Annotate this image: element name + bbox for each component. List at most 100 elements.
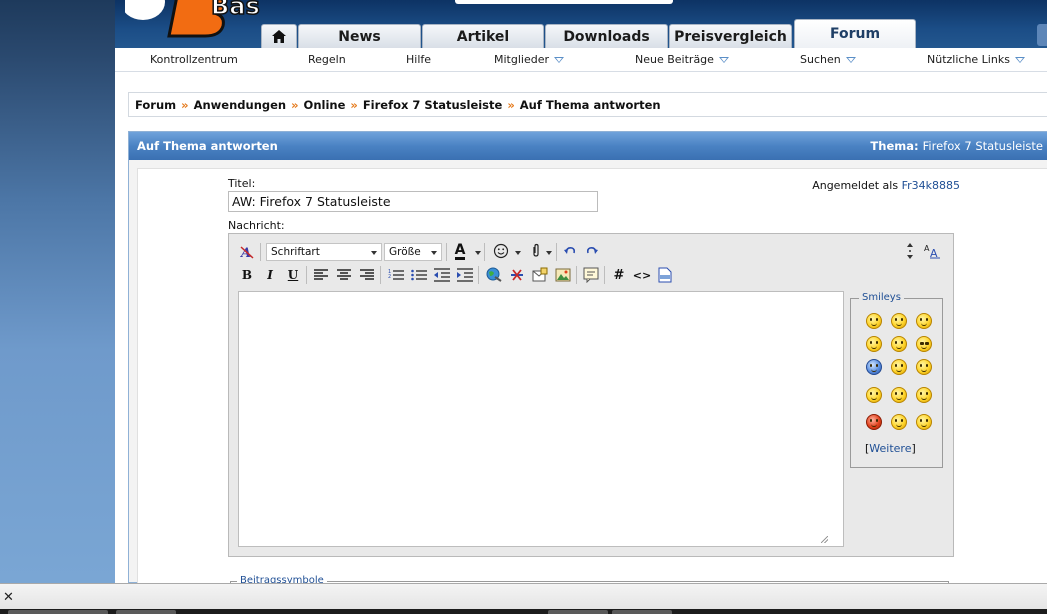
- align-left-button[interactable]: [311, 266, 331, 284]
- page-background-stripe: [0, 0, 115, 583]
- italic-button[interactable]: I: [260, 266, 280, 284]
- smiley-frown-icon[interactable]: [916, 359, 932, 375]
- nav-label: Kontrollzentrum: [150, 53, 238, 66]
- taskbar-item[interactable]: [8, 610, 108, 614]
- tab-downloads[interactable]: Downloads: [545, 24, 668, 48]
- remove-link-button[interactable]: [507, 266, 527, 284]
- tab-artikel[interactable]: Artikel: [422, 24, 544, 48]
- breadcrumb-thread[interactable]: Firefox 7 Statusleiste: [363, 98, 503, 112]
- thema-label: Thema:: [870, 139, 919, 153]
- smiley-wink-icon[interactable]: [916, 313, 932, 329]
- message-textarea[interactable]: [238, 291, 844, 547]
- smiley-menu-button[interactable]: [491, 242, 511, 260]
- toolbar-separator: [484, 243, 485, 261]
- smiley-cool-icon[interactable]: [916, 336, 932, 352]
- wysiwyg-editor: A Schriftart Größe A A A B I U 1 2 # <> …: [228, 233, 954, 557]
- nav-regeln[interactable]: Regeln: [308, 53, 346, 66]
- tab-news[interactable]: News: [298, 24, 421, 48]
- dropdown-arrow-icon[interactable]: [475, 251, 481, 255]
- php-file-icon: [658, 267, 672, 283]
- resize-arrows-icon: [907, 243, 913, 259]
- outdent-button[interactable]: [432, 266, 452, 284]
- chevron-down-icon: [1014, 57, 1025, 63]
- toolbar-separator: [380, 266, 381, 284]
- smileys-panel: Smileys [Weitere]: [850, 292, 943, 468]
- unordered-list-button[interactable]: [409, 266, 429, 284]
- nav-mitglieder[interactable]: Mitglieder: [494, 53, 564, 66]
- username-link[interactable]: Fr34k8885: [902, 179, 960, 192]
- redo-button[interactable]: [582, 242, 602, 260]
- resize-editor-button[interactable]: [900, 242, 920, 260]
- attachment-button[interactable]: [526, 242, 546, 260]
- smiley-confused-icon[interactable]: [891, 359, 907, 375]
- forum-navbar: Kontrollzentrum Regeln Hilfe Mitglieder …: [115, 48, 1047, 72]
- tab-forum[interactable]: Forum: [794, 19, 916, 48]
- taskbar-item[interactable]: [612, 610, 672, 614]
- tab-preisvergleich[interactable]: Preisvergleich: [669, 24, 792, 48]
- size-select[interactable]: Größe: [384, 243, 442, 261]
- chevron-down-icon: [718, 57, 729, 63]
- breadcrumb-online[interactable]: Online: [304, 98, 346, 112]
- more-smileys-link[interactable]: Weitere: [869, 442, 911, 455]
- taskbar-item[interactable]: [116, 610, 176, 614]
- align-right-button[interactable]: [357, 266, 377, 284]
- browser-find-bar: ✕: [0, 583, 1047, 614]
- smiley-grin-icon[interactable]: [891, 313, 907, 329]
- smiley-eek-icon[interactable]: [891, 387, 907, 403]
- smiley-laugh-icon[interactable]: [866, 387, 882, 403]
- home-icon: [272, 30, 286, 43]
- php-code-button[interactable]: [655, 266, 675, 284]
- textarea-resize-grip[interactable]: [821, 536, 828, 543]
- close-icon[interactable]: ✕: [3, 590, 14, 605]
- quote-button[interactable]: [581, 266, 601, 284]
- insert-link-button[interactable]: [484, 266, 504, 284]
- html-code-button[interactable]: <>: [632, 266, 652, 284]
- header-collapse-button[interactable]: [1037, 24, 1047, 46]
- font-select-value: Schriftart: [271, 246, 320, 258]
- header-search-field[interactable]: [455, 0, 673, 4]
- ordered-list-button[interactable]: 12: [386, 266, 406, 284]
- smiley-surprised-icon[interactable]: [891, 414, 907, 430]
- smiley-happy-icon[interactable]: [866, 336, 882, 352]
- insert-email-button[interactable]: [530, 266, 550, 284]
- smiley-icon[interactable]: [866, 313, 882, 329]
- bold-button[interactable]: B: [237, 266, 257, 284]
- nav-hilfe[interactable]: Hilfe: [406, 53, 431, 66]
- dropdown-arrow-icon[interactable]: [546, 251, 552, 255]
- insert-image-button[interactable]: [553, 266, 573, 284]
- smiley-mad-icon[interactable]: [866, 414, 882, 430]
- site-logo[interactable]: Base: [125, 0, 260, 38]
- email-icon: [532, 267, 548, 282]
- taskbar-item[interactable]: [548, 610, 608, 614]
- smiley-devil-icon[interactable]: [916, 387, 932, 403]
- align-center-button[interactable]: [334, 266, 354, 284]
- title-input[interactable]: [228, 191, 598, 212]
- remove-format-button[interactable]: A: [237, 243, 257, 261]
- smiley-sad-icon[interactable]: [891, 336, 907, 352]
- thema-link[interactable]: Firefox 7 Statusleiste: [923, 139, 1043, 153]
- nav-suchen[interactable]: Suchen: [800, 53, 856, 66]
- underline-button[interactable]: U: [283, 266, 303, 284]
- dropdown-arrow-icon[interactable]: [515, 251, 521, 255]
- smiley-blue-icon[interactable]: [866, 359, 882, 375]
- message-label: Nachricht:: [228, 219, 285, 232]
- font-color-button[interactable]: A: [450, 242, 470, 260]
- font-color-icon: A: [454, 241, 466, 260]
- nav-label: Neue Beiträge: [635, 53, 714, 66]
- nav-nuetzliche-links[interactable]: Nützliche Links: [927, 53, 1025, 66]
- breadcrumb-forum[interactable]: Forum: [135, 98, 176, 112]
- breadcrumb-separator: »: [181, 97, 189, 112]
- nav-neue-beitraege[interactable]: Neue Beiträge: [635, 53, 729, 66]
- indent-button[interactable]: [455, 266, 475, 284]
- panel-title: Auf Thema antworten: [137, 139, 278, 153]
- tab-home[interactable]: [261, 24, 297, 48]
- hash-code-button[interactable]: #: [609, 266, 629, 284]
- smiley-icon: [493, 243, 509, 259]
- smiley-shocked-icon[interactable]: [916, 414, 932, 430]
- undo-button[interactable]: [560, 242, 580, 260]
- breadcrumb-anwendungen[interactable]: Anwendungen: [194, 98, 287, 112]
- nav-kontrollzentrum[interactable]: Kontrollzentrum: [150, 53, 238, 66]
- font-select[interactable]: Schriftart: [266, 243, 382, 261]
- unordered-list-icon: [411, 269, 427, 281]
- switch-editor-mode-button[interactable]: AA: [922, 242, 942, 260]
